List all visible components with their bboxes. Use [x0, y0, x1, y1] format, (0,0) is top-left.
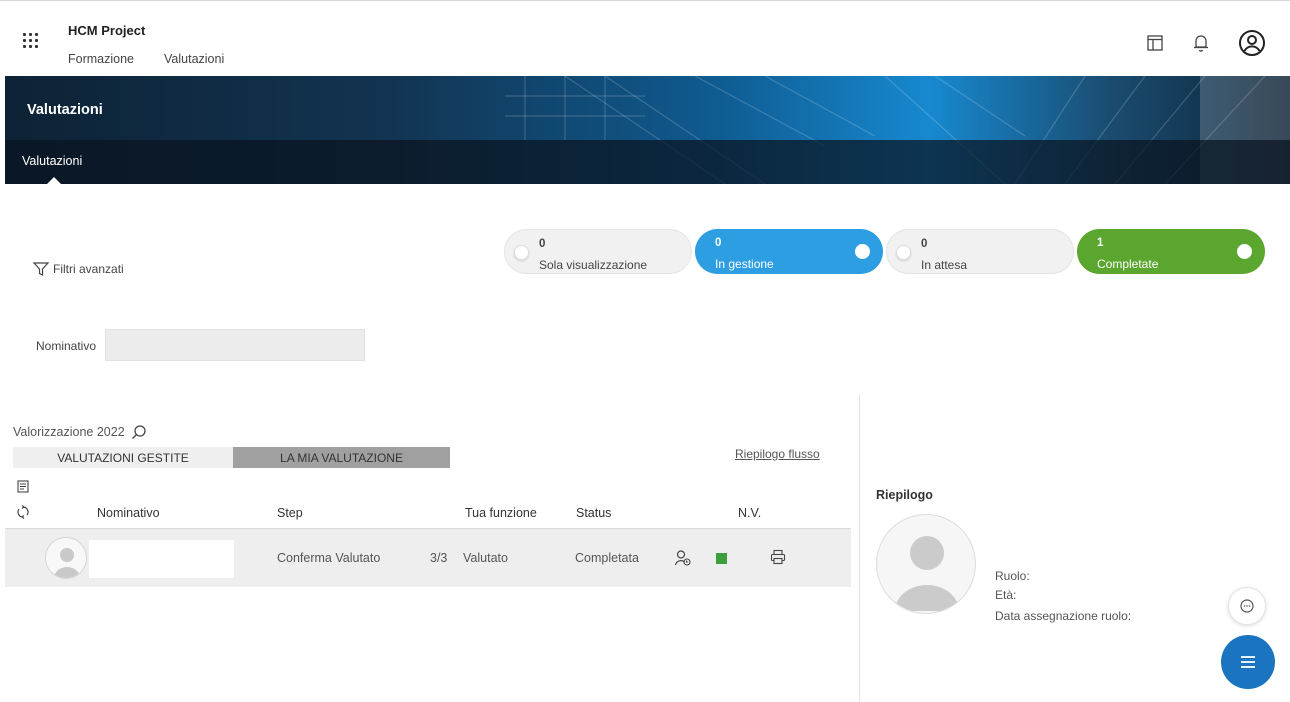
print-icon[interactable]: [770, 549, 786, 568]
advanced-filters-button[interactable]: Filtri avanzati: [33, 262, 124, 276]
column-header-step[interactable]: Step: [277, 506, 303, 520]
page-title: Valutazioni: [27, 102, 103, 118]
panel-layout-icon[interactable]: [1146, 34, 1164, 55]
pill-count: 1: [1097, 237, 1104, 249]
row-step-count: 3/3: [430, 551, 448, 565]
panel-divider: [859, 394, 860, 702]
tab-valutazioni[interactable]: Valutazioni: [22, 154, 82, 168]
top-bar: HCM Project Formazione Valutazioni: [0, 0, 1290, 76]
pill-count: 0: [715, 237, 722, 249]
active-tab-indicator: [47, 177, 61, 184]
pill-toggle-dot: [514, 245, 529, 260]
nav-item-formazione[interactable]: Formazione: [68, 52, 134, 66]
pill-toggle-dot: [1237, 244, 1252, 259]
document-list-icon[interactable]: [17, 480, 29, 496]
summary-eta: Età:: [995, 588, 1017, 602]
column-header-status[interactable]: Status: [576, 506, 611, 520]
advanced-filters-label: Filtri avanzati: [53, 262, 124, 276]
tab-valutazioni-gestite[interactable]: VALUTAZIONI GESTITE: [13, 447, 233, 468]
flow-summary-link[interactable]: Riepilogo flusso: [735, 447, 820, 461]
pill-toggle-dot: [896, 245, 911, 260]
pill-count: 0: [921, 238, 928, 250]
nominativo-input[interactable]: [105, 329, 365, 361]
status-pill-in-gestione[interactable]: 0 In gestione: [695, 229, 883, 274]
search-icon[interactable]: [131, 424, 147, 440]
menu-icon: [1241, 656, 1255, 668]
row-funzione: Valutato: [463, 551, 508, 565]
top-nav: Formazione Valutazioni: [68, 52, 224, 66]
refresh-icon[interactable]: [17, 505, 29, 522]
column-header-funzione[interactable]: Tua funzione: [465, 506, 537, 520]
page-banner: Valutazioni Valutazioni: [5, 76, 1290, 184]
summary-avatar: [876, 514, 976, 614]
row-step: Conferma Valutato: [277, 551, 381, 565]
apps-grid-icon[interactable]: [22, 32, 40, 50]
bell-icon[interactable]: [1192, 33, 1210, 56]
nv-status-indicator: [716, 553, 727, 564]
row-status: Completata: [575, 551, 639, 565]
status-pill-in-attesa[interactable]: 0 In attesa: [886, 229, 1074, 274]
nav-item-valutazioni[interactable]: Valutazioni: [164, 52, 224, 66]
pill-label: Completate: [1097, 257, 1159, 271]
pill-count: 0: [539, 238, 546, 250]
pill-toggle-dot: [855, 244, 870, 259]
main-menu-button[interactable]: [1221, 635, 1275, 689]
banner-subbar: [5, 140, 1290, 184]
evaluation-period: Valorizzazione 2022: [13, 424, 147, 440]
top-icons: [1146, 29, 1266, 60]
pill-label: Sola visualizzazione: [539, 258, 648, 272]
pill-label: In attesa: [921, 258, 968, 272]
column-header-nominativo[interactable]: Nominativo: [97, 506, 160, 520]
table-row[interactable]: Conferma Valutato 3/3 Valutato Completat…: [5, 528, 851, 587]
nominativo-label: Nominativo: [36, 339, 97, 353]
status-pill-completate[interactable]: 1 Completate: [1077, 229, 1265, 274]
app-title: HCM Project: [68, 23, 146, 38]
evaluation-period-label: Valorizzazione 2022: [13, 425, 125, 439]
filter-icon: [33, 262, 49, 276]
user-account-icon[interactable]: [1238, 29, 1266, 60]
assign-user-icon[interactable]: [674, 549, 692, 570]
summary-title: Riepilogo: [876, 488, 933, 502]
summary-data-assegnazione: Data assegnazione ruolo:: [995, 609, 1132, 623]
pill-label: In gestione: [715, 257, 774, 271]
tab-la-mia-valutazione[interactable]: LA MIA VALUTAZIONE: [233, 447, 450, 468]
summary-ruolo: Ruolo:: [995, 569, 1030, 583]
row-nominativo: [89, 540, 234, 578]
status-pill-sola-visualizzazione[interactable]: 0 Sola visualizzazione: [504, 229, 692, 274]
avatar: [45, 537, 87, 579]
chat-icon[interactable]: [1228, 587, 1266, 625]
column-header-nv[interactable]: N.V.: [738, 506, 761, 520]
